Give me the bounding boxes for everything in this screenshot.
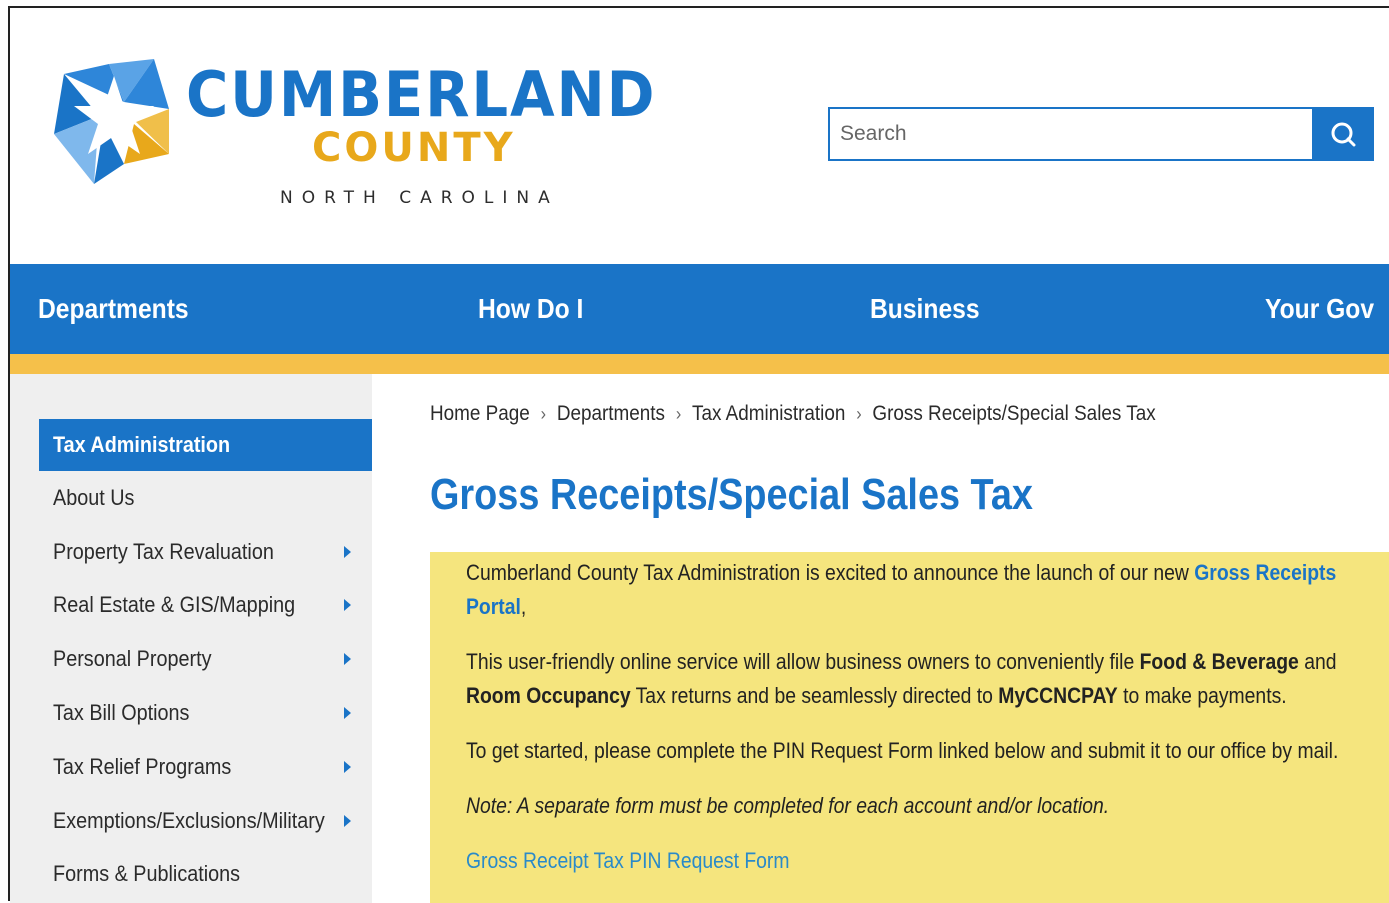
search-button[interactable] <box>1312 107 1374 161</box>
breadcrumb-current: Gross Receipts/Special Sales Tax <box>872 402 1156 425</box>
sidebar-item-personal-property[interactable]: Personal Property <box>53 639 353 679</box>
logo-state: NORTH CAROLINA <box>280 188 559 208</box>
main-nav: Departments How Do I Business Your Gov <box>10 264 1389 354</box>
caret-right-icon[interactable] <box>344 707 351 719</box>
sidebar-item-property-tax-revaluation[interactable]: Property Tax Revaluation <box>53 532 353 572</box>
chevron-right-icon: › <box>675 404 682 424</box>
page-title: Gross Receipts/Special Sales Tax <box>430 470 1033 519</box>
caret-right-icon[interactable] <box>344 815 351 827</box>
nav-your-gov[interactable]: Your Gov <box>1265 264 1374 354</box>
nav-accent-bar <box>10 354 1389 374</box>
sidebar-item-tax-relief-programs[interactable]: Tax Relief Programs <box>53 747 353 787</box>
breadcrumb: Home Page › Departments › Tax Administration… <box>430 402 1156 426</box>
nav-business[interactable]: Business <box>870 264 980 354</box>
logo-subtitle: COUNTY <box>312 125 516 171</box>
caret-right-icon[interactable] <box>344 653 351 665</box>
sidebar: Tax Administration About Us Property Tax… <box>10 374 372 903</box>
caret-right-icon[interactable] <box>344 761 351 773</box>
caret-right-icon[interactable] <box>344 599 351 611</box>
search-icon <box>1331 122 1356 147</box>
search-bar <box>828 107 1374 161</box>
announcement-paragraph-3: To get started, please complete the PIN … <box>466 738 1339 763</box>
sidebar-heading-tax-administration[interactable]: Tax Administration <box>39 419 372 471</box>
sidebar-item-tax-bill-options[interactable]: Tax Bill Options <box>53 693 353 733</box>
star-logo-icon <box>54 59 169 184</box>
main-content: Home Page › Departments › Tax Administration… <box>372 374 1389 903</box>
breadcrumb-departments[interactable]: Departments <box>557 402 665 425</box>
announcement-note: Note: A separate form must be completed … <box>466 793 1110 818</box>
sidebar-item-exemptions[interactable]: Exemptions/Exclusions/Military <box>53 801 353 841</box>
site-logo[interactable]: CUMBERLAND COUNTY NORTH CAROLINA <box>54 54 674 224</box>
pin-request-form-link[interactable]: Gross Receipt Tax PIN Request Form <box>466 848 789 873</box>
breadcrumb-tax-administration[interactable]: Tax Administration <box>692 402 845 425</box>
caret-right-icon[interactable] <box>344 546 351 558</box>
sidebar-item-real-estate-gis[interactable]: Real Estate & GIS/Mapping <box>53 585 353 625</box>
chevron-right-icon: › <box>540 404 547 424</box>
site-header: CUMBERLAND COUNTY NORTH CAROLINA <box>10 8 1389 266</box>
announcement-box: Cumberland County Tax Administration is … <box>430 552 1389 903</box>
logo-title: CUMBERLAND <box>186 58 657 131</box>
announcement-paragraph-2: This user-friendly online service will a… <box>466 649 1337 708</box>
chevron-right-icon: › <box>856 404 862 424</box>
search-input[interactable] <box>828 107 1312 161</box>
browser-page: CUMBERLAND COUNTY NORTH CAROLINA Departm… <box>8 6 1389 903</box>
breadcrumb-home[interactable]: Home Page <box>430 402 530 425</box>
announcement-paragraph-5: Gross Receipt Tax PIN Request Form <box>466 844 1346 878</box>
nav-how-do-i[interactable]: How Do I <box>478 264 583 354</box>
sidebar-item-about-us[interactable]: About Us <box>53 478 353 518</box>
nav-departments[interactable]: Departments <box>38 264 189 354</box>
sidebar-item-forms-publications[interactable]: Forms & Publications <box>53 854 353 894</box>
announcement-paragraph-1: Cumberland County Tax Administration is … <box>466 560 1337 619</box>
